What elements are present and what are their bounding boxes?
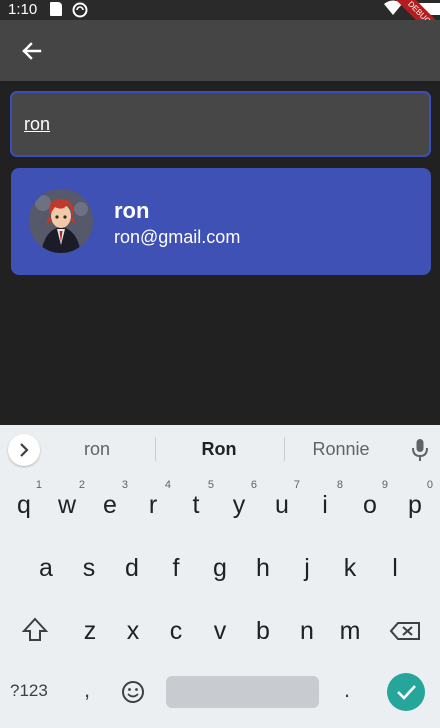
check-icon <box>397 685 416 700</box>
key-j[interactable]: j <box>287 540 327 594</box>
key-v[interactable]: v <box>200 603 240 657</box>
key-o[interactable]: o9 <box>350 477 390 531</box>
sd-card-icon <box>50 2 62 16</box>
avatar <box>29 189 93 253</box>
key-h[interactable]: h <box>243 540 283 594</box>
key-n[interactable]: n <box>287 603 327 657</box>
done-key[interactable] <box>387 673 425 711</box>
emoji-icon[interactable] <box>120 679 146 705</box>
back-arrow-icon[interactable] <box>16 36 46 66</box>
suggestion-1[interactable]: ron <box>42 439 152 460</box>
backspace-key[interactable] <box>383 609 427 653</box>
symbols-key[interactable]: ?123 <box>10 681 48 701</box>
key-e[interactable]: e3 <box>90 477 130 531</box>
shift-icon <box>21 617 49 641</box>
suggestion-divider <box>284 437 285 461</box>
suggestion-strip: ron Ron Ronnie <box>0 425 440 473</box>
key-i[interactable]: i8 <box>305 477 345 531</box>
key-k[interactable]: k <box>330 540 370 594</box>
period-key[interactable]: . <box>344 677 350 703</box>
key-q[interactable]: q1 <box>4 477 44 531</box>
space-key[interactable] <box>166 676 319 708</box>
result-email: ron@gmail.com <box>114 227 241 247</box>
suggestion-divider <box>155 437 156 461</box>
comma-key[interactable]: , <box>84 677 90 703</box>
suggestion-2[interactable]: Ron <box>164 439 274 460</box>
suggestion-3[interactable]: Ronnie <box>286 439 396 460</box>
search-field[interactable] <box>10 91 431 157</box>
result-name: ron <box>114 198 150 223</box>
sync-icon <box>72 2 88 18</box>
key-m[interactable]: m <box>330 603 370 657</box>
on-screen-keyboard: ron Ron Ronnie q1 w2 e3 r4 t5 y6 u7 i8 o… <box>0 425 440 728</box>
key-x[interactable]: x <box>113 603 153 657</box>
key-u[interactable]: u7 <box>262 477 302 531</box>
key-g[interactable]: g <box>200 540 240 594</box>
key-d[interactable]: d <box>112 540 152 594</box>
key-l[interactable]: l <box>375 540 415 594</box>
key-a[interactable]: a <box>26 540 66 594</box>
key-b[interactable]: b <box>243 603 283 657</box>
app-bar <box>0 20 440 81</box>
microphone-icon[interactable] <box>410 437 430 463</box>
key-t[interactable]: t5 <box>176 477 216 531</box>
backspace-icon <box>389 622 420 640</box>
status-bar: 1:10 DEBUG <box>0 0 440 49</box>
key-p[interactable]: p0 <box>395 477 435 531</box>
search-input[interactable] <box>24 112 404 136</box>
key-c[interactable]: c <box>156 603 196 657</box>
key-y[interactable]: y6 <box>219 477 259 531</box>
avatar-illustration <box>29 189 93 253</box>
key-r[interactable]: r4 <box>133 477 173 531</box>
user-result-card[interactable]: ron ron@gmail.com <box>11 168 431 275</box>
key-z[interactable]: z <box>70 603 110 657</box>
expand-toolbar-button[interactable] <box>8 434 40 466</box>
status-time: 1:10 <box>8 1 38 18</box>
chevron-right-icon <box>20 443 29 457</box>
key-s[interactable]: s <box>69 540 109 594</box>
key-w[interactable]: w2 <box>47 477 87 531</box>
shift-key[interactable] <box>13 609 57 653</box>
key-f[interactable]: f <box>156 540 196 594</box>
